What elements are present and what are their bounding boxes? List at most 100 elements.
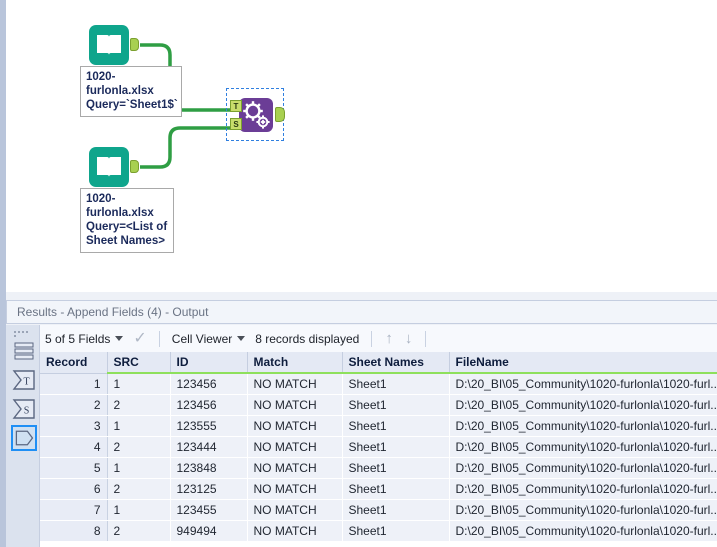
record-number-cell[interactable]: 7 [40,499,108,521]
table-cell[interactable]: NO MATCH [247,373,343,395]
table-cell[interactable]: 123456 [170,394,248,416]
apply-fields-button[interactable]: ✓ [128,330,151,347]
table-row[interactable]: 2 2 123456 NO MATCH Sheet1 D:\20_BI\05_Commun… [40,394,717,416]
input-tool-tile[interactable] [89,147,129,187]
record-number-cell[interactable]: 5 [40,457,108,479]
column-header-match[interactable]: Match [247,352,343,374]
toolbar-divider [158,330,160,347]
table-cell[interactable]: 1 [107,373,171,395]
table-cell[interactable]: D:\20_BI\05_Community\1020-furlonla\1020… [449,520,717,542]
table-row[interactable]: 6 2 123125 NO MATCH Sheet1 D:\20_BI\05_Commun… [40,478,717,500]
fields-selector[interactable]: 5 of 5 Fields [40,332,128,346]
record-number-cell[interactable]: 6 [40,478,108,500]
table-cell[interactable]: 2 [107,520,171,542]
table-cell[interactable]: 1 [107,415,171,437]
table-cell[interactable]: Sheet1 [342,436,450,458]
svg-text:S: S [24,406,30,417]
table-cell[interactable]: D:\20_BI\05_Community\1020-furlonla\1020… [449,478,717,500]
table-cell[interactable]: NO MATCH [247,436,343,458]
table-cell[interactable]: 1 [107,499,171,521]
table-row[interactable]: 5 1 123848 NO MATCH Sheet1 D:\20_BI\05_Commun… [40,457,717,479]
results-table: Record SRC ID Match Sheet Names FileName… [40,352,717,542]
table-cell[interactable]: 123555 [170,415,248,437]
table-cell[interactable]: NO MATCH [247,415,343,437]
record-number-cell[interactable]: 3 [40,415,108,437]
table-row[interactable]: 7 1 123455 NO MATCH Sheet1 D:\20_BI\05_Commun… [40,499,717,521]
table-cell[interactable]: Sheet1 [342,520,450,542]
chevron-down-icon[interactable] [115,336,124,341]
table-cell[interactable]: Sheet1 [342,373,450,395]
output-connector[interactable] [130,160,139,173]
column-header-record[interactable]: Record [40,352,108,374]
table-cell[interactable]: 949494 [170,520,248,542]
arrow-up-icon[interactable]: ↑ [379,331,399,346]
book-icon [97,157,121,177]
table-cell[interactable]: NO MATCH [247,457,343,479]
table-cell[interactable]: D:\20_BI\05_Community\1020-furlonla\1020… [449,499,717,521]
rail-icon-input-s[interactable]: S [11,396,37,422]
table-cell[interactable]: D:\20_BI\05_Community\1020-furlonla\1020… [449,394,717,416]
table-cell[interactable]: 123848 [170,457,248,479]
record-number-cell[interactable]: 4 [40,436,108,458]
record-number-cell[interactable]: 8 [40,520,108,542]
cell-viewer-selector[interactable]: Cell Viewer [167,332,250,346]
table-cell[interactable]: 2 [107,478,171,500]
column-header-id[interactable]: ID [170,352,248,374]
tool-input-port-s[interactable]: S [230,118,242,130]
table-cell[interactable]: 2 [107,394,171,416]
workflow-canvas[interactable]: 1020- furlonla.xlsx Query=`Sheet1$` 1020… [0,0,717,292]
output-connector[interactable] [130,38,139,51]
results-grid[interactable]: Record SRC ID Match Sheet Names FileName… [40,352,717,547]
fields-label: 5 of 5 Fields [45,331,111,346]
rail-icon-messages[interactable] [11,338,37,364]
check-icon[interactable]: ✓ [133,330,146,347]
table-cell[interactable]: Sheet1 [342,415,450,437]
rail-grip[interactable] [14,329,32,337]
record-number-cell[interactable]: 2 [40,394,108,416]
tool-output-connector[interactable] [275,107,285,122]
results-toolbar: 5 of 5 Fields ✓ Cell Viewer 8 records di… [40,325,717,352]
arrow-down-icon[interactable]: ↓ [399,331,419,346]
table-cell[interactable]: D:\20_BI\05_Community\1020-furlonla\1020… [449,373,717,395]
table-cell[interactable]: 123125 [170,478,248,500]
sigma-t-icon: T [12,370,35,390]
records-displayed-label: 8 records displayed [255,331,360,346]
tool-input-port-t[interactable]: T [230,100,242,112]
record-number-cell[interactable]: 1 [40,373,108,395]
chevron-down-icon[interactable] [237,336,246,341]
column-header-filename[interactable]: FileName [449,352,717,374]
append-fields-tool[interactable]: T S [226,88,285,141]
alteryx-workflow-window: 1020- furlonla.xlsx Query=`Sheet1$` 1020… [0,0,717,547]
input-tool-tile[interactable] [89,25,129,65]
table-cell[interactable]: 1 [107,457,171,479]
column-header-sheet-names[interactable]: Sheet Names [342,352,450,374]
table-cell[interactable]: NO MATCH [247,478,343,500]
output-anchor-icon [15,430,34,446]
table-cell[interactable]: 123456 [170,373,248,395]
table-row[interactable]: 4 2 123444 NO MATCH Sheet1 D:\20_BI\05_Commun… [40,436,717,458]
rail-icon-input-t[interactable]: T [11,367,37,393]
svg-text:T: T [23,377,29,388]
table-cell[interactable]: D:\20_BI\05_Community\1020-furlonla\1020… [449,415,717,437]
input-tool-2-annotation: 1020- furlonla.xlsx Query=<List of Sheet… [80,188,174,253]
table-cell[interactable]: D:\20_BI\05_Community\1020-furlonla\1020… [449,436,717,458]
table-cell[interactable]: NO MATCH [247,499,343,521]
table-cell[interactable]: 123455 [170,499,248,521]
table-cell[interactable]: NO MATCH [247,394,343,416]
cell-viewer-label: Cell Viewer [171,331,233,346]
table-row[interactable]: 1 1 123456 NO MATCH Sheet1 D:\20_BI\05_Commun… [40,373,717,395]
table-cell[interactable]: Sheet1 [342,394,450,416]
table-cell[interactable]: D:\20_BI\05_Community\1020-furlonla\1020… [449,457,717,479]
table-cell[interactable]: Sheet1 [342,499,450,521]
table-cell[interactable]: Sheet1 [342,457,450,479]
table-row[interactable]: 8 2 949494 NO MATCH Sheet1 D:\20_BI\05_Commun… [40,520,717,542]
table-cell[interactable]: NO MATCH [247,520,343,542]
results-anchor-rail: T S [6,325,40,547]
table-cell[interactable]: Sheet1 [342,478,450,500]
column-header-src[interactable]: SRC [107,352,171,374]
table-cell[interactable]: 2 [107,436,171,458]
table-row[interactable]: 3 1 123555 NO MATCH Sheet1 D:\20_BI\05_Commun… [40,415,717,437]
table-cell[interactable]: 123444 [170,436,248,458]
rail-icon-output[interactable] [11,425,37,451]
tool-body[interactable] [239,98,273,132]
